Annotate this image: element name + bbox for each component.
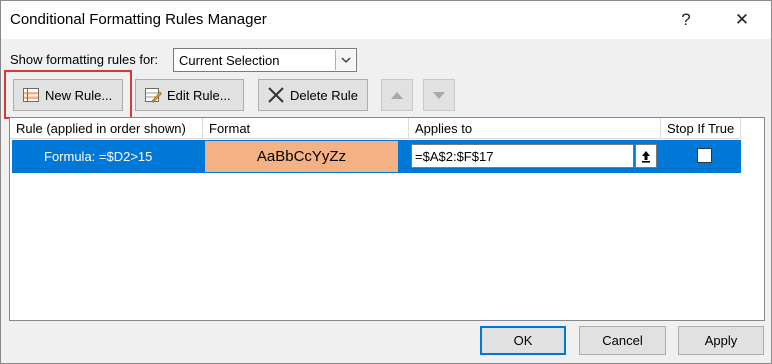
close-icon: ✕ — [734, 10, 750, 29]
show-rules-label: Show formatting rules for: — [10, 52, 159, 67]
rules-table: Rule (applied in order shown) Format App… — [9, 117, 765, 321]
new-rule-highlight — [4, 70, 132, 119]
close-button[interactable]: ✕ — [727, 5, 757, 35]
table-header: Rule (applied in order shown) Format App… — [10, 118, 764, 139]
collapse-dialog-icon — [642, 150, 650, 163]
help-icon: ? — [681, 10, 691, 29]
title-bar: Conditional Formatting Rules Manager ? ✕ — [1, 1, 771, 39]
delete-rule-label: Delete Rule — [290, 87, 358, 103]
triangle-up-icon — [391, 91, 403, 99]
edit-rule-button[interactable]: Edit Rule... — [135, 79, 244, 111]
rule-formula: Formula: =$D2>15 — [44, 149, 153, 164]
ok-button[interactable]: OK — [480, 326, 566, 355]
edit-rule-icon — [144, 87, 162, 103]
column-header-stop-if-true: Stop If True — [661, 118, 741, 139]
chevron-down-icon[interactable] — [335, 50, 355, 70]
delete-rule-button[interactable]: Delete Rule — [258, 79, 368, 111]
column-header-format: Format — [203, 118, 409, 139]
apply-button[interactable]: Apply — [678, 326, 764, 355]
help-button[interactable]: ? — [671, 5, 701, 35]
triangle-down-icon — [433, 91, 445, 99]
table-row[interactable]: Formula: =$D2>15 AaBbCcYyZz =$A$2:$F$17 — [12, 140, 741, 173]
format-preview: AaBbCcYyZz — [205, 141, 398, 172]
move-up-button[interactable] — [381, 79, 413, 111]
applies-to-input[interactable]: =$A$2:$F$17 — [411, 144, 634, 168]
column-header-applies-to: Applies to — [409, 118, 661, 139]
move-down-button[interactable] — [423, 79, 455, 111]
stop-if-true-checkbox[interactable] — [697, 148, 712, 163]
conditional-formatting-dialog: Conditional Formatting Rules Manager ? ✕… — [0, 0, 772, 364]
dialog-title: Conditional Formatting Rules Manager — [10, 11, 267, 28]
edit-rule-label: Edit Rule... — [167, 87, 231, 103]
collapse-dialog-button[interactable] — [635, 144, 657, 168]
show-rules-dropdown[interactable]: Current Selection — [173, 48, 357, 72]
delete-x-icon — [267, 87, 285, 103]
show-rules-value: Current Selection — [179, 53, 280, 68]
cancel-button[interactable]: Cancel — [579, 326, 666, 355]
column-header-rule: Rule (applied in order shown) — [10, 118, 203, 139]
